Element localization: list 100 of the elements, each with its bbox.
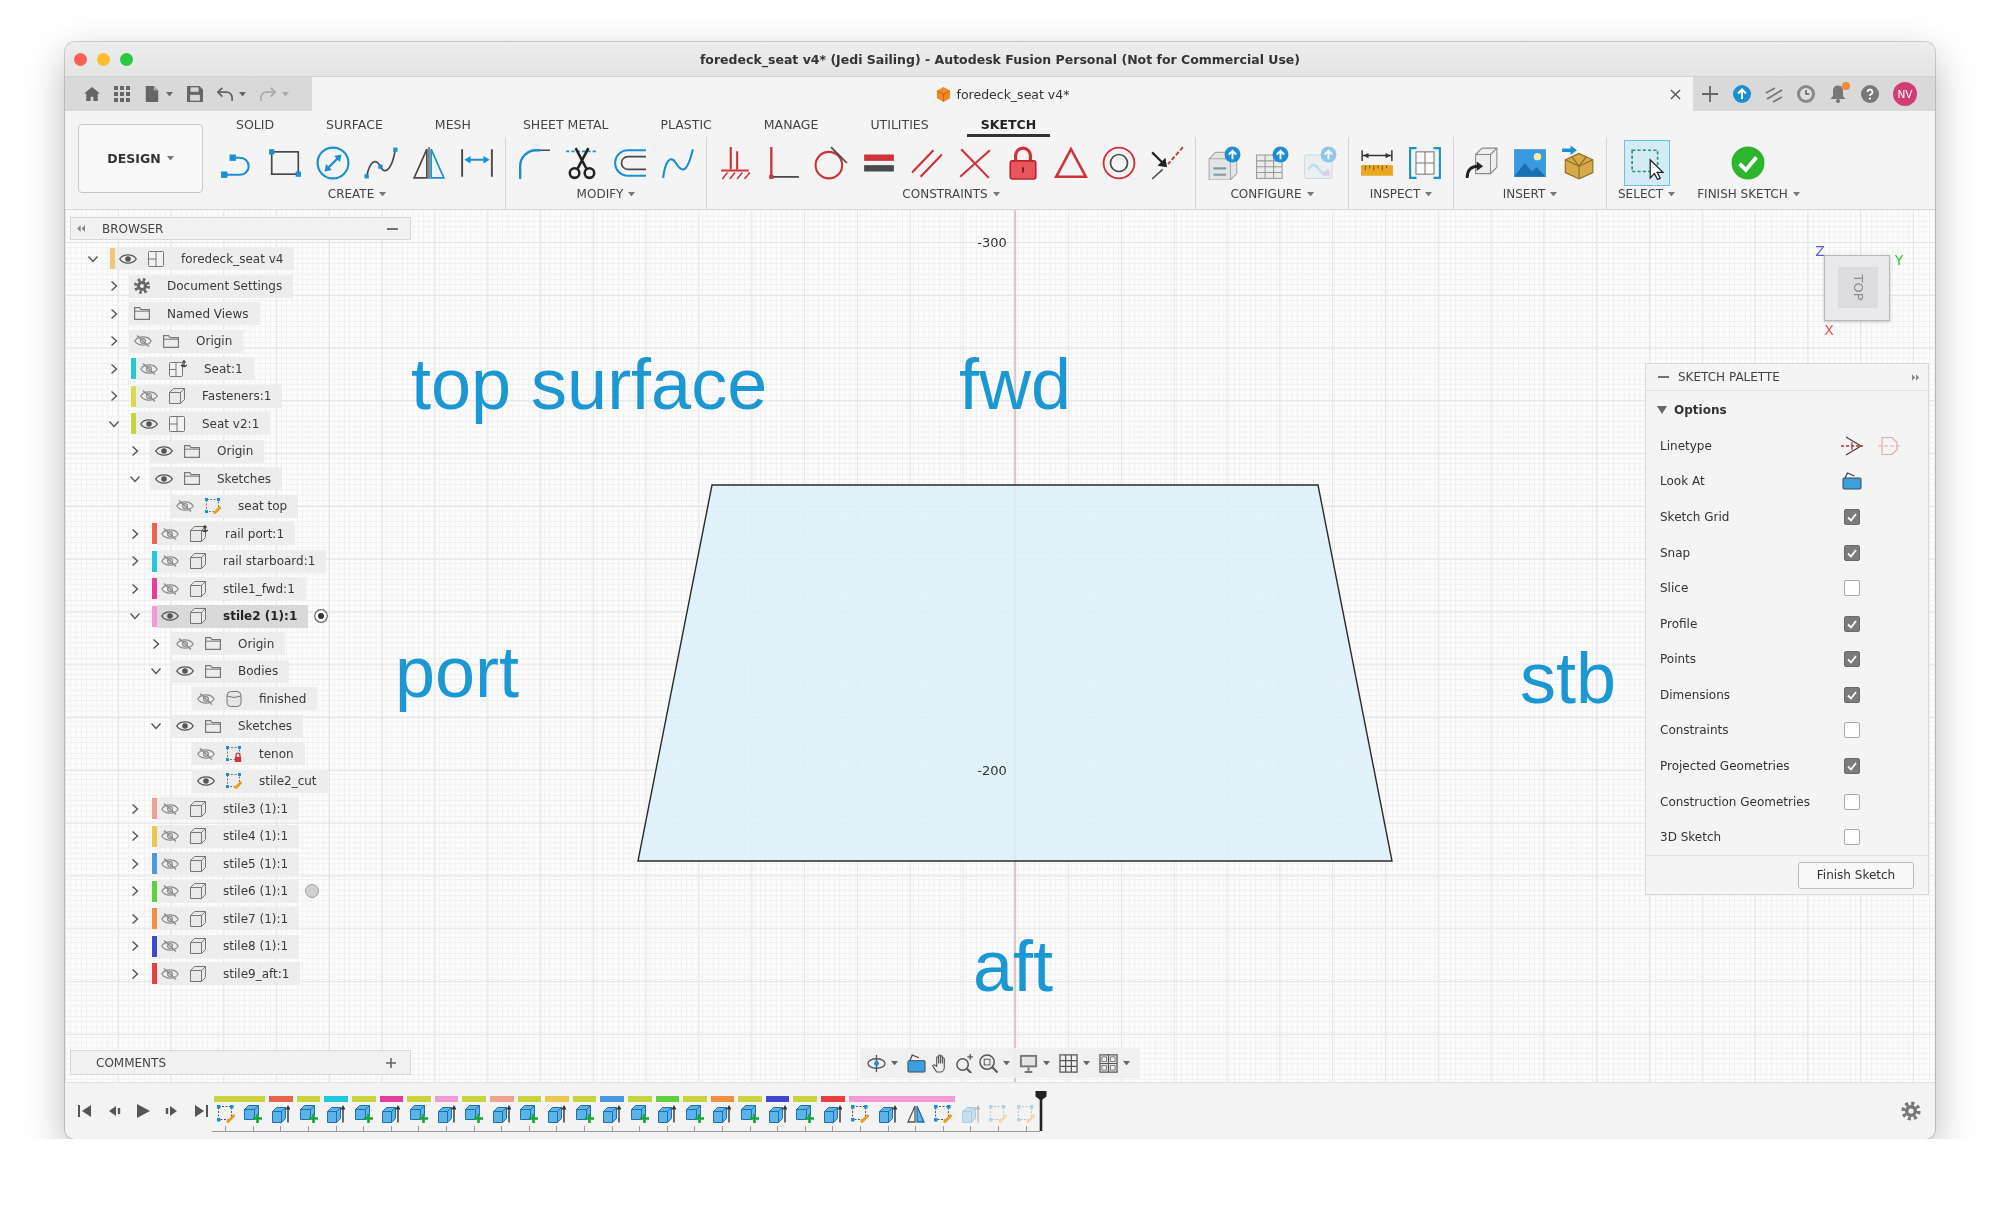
save-icon[interactable] xyxy=(187,86,203,102)
ribbon-tab[interactable]: SHEET METAL xyxy=(508,111,623,137)
eye-slash-icon[interactable] xyxy=(161,555,179,568)
eye-slash-icon[interactable] xyxy=(197,692,215,705)
chevron-icon[interactable] xyxy=(109,391,119,402)
right-angle-icon[interactable] xyxy=(766,146,800,180)
caret-icon[interactable] xyxy=(1003,1060,1010,1066)
sketch-icon[interactable] xyxy=(851,1105,870,1123)
group-menu[interactable]: SELECT xyxy=(1618,187,1676,201)
browser-item[interactable]: Origin xyxy=(171,632,286,656)
browser-item[interactable]: Seat:1 xyxy=(136,357,254,381)
cube-arrow-icon[interactable] xyxy=(492,1105,511,1123)
dimension-icon[interactable] xyxy=(460,146,494,180)
mirror-icon[interactable] xyxy=(906,1105,925,1123)
group-menu[interactable]: CONFIGURE xyxy=(1230,187,1314,201)
caret-icon[interactable] xyxy=(1083,1060,1090,1066)
chevron-icon[interactable] xyxy=(151,638,161,649)
nested-curves-icon[interactable] xyxy=(613,146,647,180)
ribbon-tab[interactable]: SKETCH xyxy=(966,111,1051,137)
minus-icon[interactable] xyxy=(387,227,398,230)
check-circle-icon[interactable] xyxy=(1731,146,1766,180)
chevron-icon[interactable] xyxy=(109,418,119,429)
mirror-icon[interactable] xyxy=(412,146,446,180)
chevron-icon[interactable] xyxy=(130,583,140,594)
chevron-icon[interactable] xyxy=(130,941,140,952)
chevron-icon[interactable] xyxy=(130,528,140,539)
browser-item[interactable]: stile4 (1):1 xyxy=(157,824,300,848)
cube-plus-icon[interactable] xyxy=(520,1105,539,1123)
cube-plus-icon[interactable] xyxy=(465,1105,484,1123)
upload-icon[interactable] xyxy=(1733,85,1751,103)
browser-item[interactable]: stile5 (1):1 xyxy=(157,852,300,876)
ribbon-tab[interactable]: SOLID xyxy=(222,111,289,137)
finish-sketch-button[interactable]: Finish Sketch xyxy=(1798,861,1914,889)
browser-item[interactable]: rail starboard:1 xyxy=(157,549,327,573)
eye-slash-icon[interactable] xyxy=(161,940,179,953)
browser-item[interactable]: tenon xyxy=(192,742,305,766)
cube-arrow-icon[interactable] xyxy=(768,1105,787,1123)
stripes-icon[interactable] xyxy=(1765,85,1783,103)
browser-item[interactable]: Seat v2:1 xyxy=(136,412,271,436)
eye-slash-icon[interactable] xyxy=(161,967,179,980)
group-menu[interactable]: FINISH SKETCH xyxy=(1697,187,1800,201)
eye-icon[interactable] xyxy=(155,472,173,485)
eye-icon[interactable] xyxy=(176,665,194,678)
cube-arrow-icon[interactable] xyxy=(327,1105,346,1123)
chevron-icon[interactable] xyxy=(130,473,140,484)
cube-arrow-icon[interactable] xyxy=(272,1105,290,1123)
group-menu[interactable]: INSPECT xyxy=(1369,187,1433,201)
concentric-circles-icon[interactable] xyxy=(1102,146,1136,180)
browser-item[interactable]: Fasteners:1 xyxy=(136,384,283,408)
chevron-icon[interactable] xyxy=(130,556,140,567)
tilted-screen-icon[interactable] xyxy=(1842,472,1862,491)
cube-arrow-icon[interactable] xyxy=(547,1105,566,1123)
chevron-icon[interactable] xyxy=(130,803,140,814)
skip-to-start-icon[interactable] xyxy=(78,1104,92,1118)
home-icon[interactable] xyxy=(84,86,100,102)
activate-radio-icon[interactable] xyxy=(305,884,320,899)
caret-icon[interactable] xyxy=(166,156,174,161)
eye-slash-icon[interactable] xyxy=(161,912,179,925)
eye-slash-icon[interactable] xyxy=(161,885,179,898)
checkbox[interactable] xyxy=(1844,651,1860,668)
cube-plus-icon[interactable] xyxy=(575,1105,594,1123)
checkbox[interactable] xyxy=(1844,722,1860,739)
cube-arrow-icon[interactable] xyxy=(603,1105,622,1123)
rectangle-icon[interactable] xyxy=(268,146,302,180)
checkbox[interactable] xyxy=(1844,615,1860,632)
chevron-icon[interactable] xyxy=(109,308,119,319)
chevron-icon[interactable] xyxy=(130,611,140,622)
crossing-lines-icon[interactable] xyxy=(958,146,992,180)
step-forward-icon[interactable] xyxy=(165,1104,179,1118)
group-menu[interactable]: CONSTRAINTS xyxy=(902,187,1000,201)
sketch-icon[interactable] xyxy=(216,1105,235,1123)
timeline-marker[interactable] xyxy=(1034,1091,1047,1131)
zoom-icon[interactable] xyxy=(955,1053,974,1073)
ribbon-tab[interactable]: MESH xyxy=(420,111,485,137)
browser-item[interactable]: stile6 (1):1 xyxy=(157,879,300,903)
caret-icon[interactable] xyxy=(1425,191,1433,197)
scissors-icon[interactable] xyxy=(565,146,599,180)
caret-icon[interactable] xyxy=(1123,1060,1130,1066)
browser-item[interactable]: Origin xyxy=(150,439,265,463)
orbit-icon[interactable] xyxy=(867,1053,886,1073)
chevron-icon[interactable] xyxy=(88,253,98,264)
viewports-icon[interactable] xyxy=(1099,1053,1118,1073)
browser-item[interactable]: Sketches xyxy=(150,467,283,491)
caret-icon[interactable] xyxy=(891,1060,898,1066)
group-menu[interactable]: INSERT xyxy=(1502,187,1558,201)
browser-item[interactable]: stile9_aft:1 xyxy=(157,962,301,986)
eye-icon[interactable] xyxy=(155,445,173,458)
chevron-icon[interactable] xyxy=(130,913,140,924)
chevron-icon[interactable] xyxy=(130,831,140,842)
cube-arrow-icon[interactable] xyxy=(879,1105,898,1123)
eye-slash-icon[interactable] xyxy=(161,857,179,870)
eye-slash-icon[interactable] xyxy=(161,582,179,595)
plus-icon[interactable] xyxy=(1701,85,1719,103)
browser-item[interactable]: stile3 (1):1 xyxy=(157,797,300,821)
box-arrow-icon[interactable] xyxy=(1465,146,1499,180)
activate-radio-icon[interactable] xyxy=(314,609,329,624)
skip-to-end-icon[interactable] xyxy=(194,1104,208,1118)
chevron-icon[interactable] xyxy=(151,721,161,732)
dashed-line-icon[interactable] xyxy=(1841,435,1863,456)
cube-arrow-icon[interactable] xyxy=(823,1105,842,1123)
